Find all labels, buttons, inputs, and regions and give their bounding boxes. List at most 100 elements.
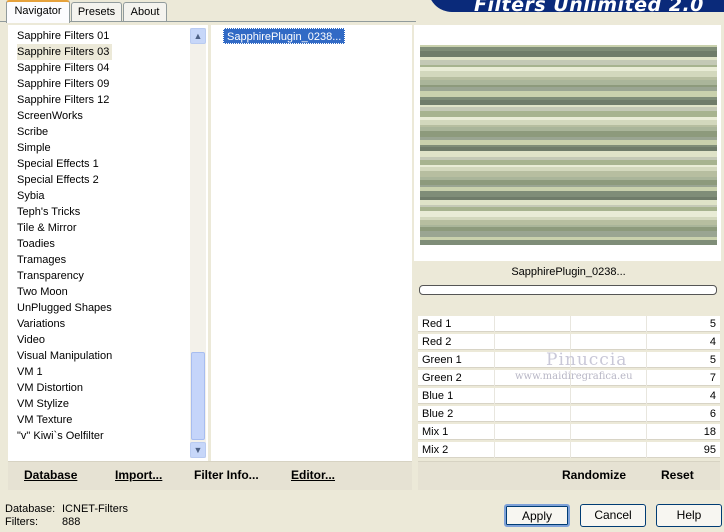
slider-value: 4 <box>709 336 716 348</box>
category-list-item[interactable]: Sapphire Filters 09 <box>17 76 109 92</box>
slider-row[interactable]: Red 1 5 <box>418 316 720 333</box>
slider-label: Blue 2 <box>422 408 454 420</box>
slider-track[interactable] <box>418 406 720 422</box>
slider-tick <box>646 316 647 332</box>
scrollbar-thumb[interactable] <box>191 352 205 440</box>
slider-tick <box>570 442 571 458</box>
slider-tick <box>646 388 647 404</box>
tab-presets[interactable]: Presets <box>71 2 122 21</box>
slider-tick <box>646 370 647 386</box>
chevron-down-icon[interactable]: ▼ <box>190 442 206 458</box>
slider-value: 6 <box>709 408 716 420</box>
slider-tick <box>570 424 571 440</box>
slider-tick <box>646 424 647 440</box>
slider-tick <box>570 316 571 332</box>
filter-list-selected-item[interactable]: SapphirePlugin_0238... <box>223 28 346 44</box>
status-filters-value: 888 <box>62 516 81 528</box>
slider-value: 7 <box>709 372 716 384</box>
tab-navigator[interactable]: Navigator <box>6 0 70 23</box>
slider-tick <box>494 352 495 368</box>
status-database-label: Database: <box>5 503 56 515</box>
slider-track[interactable] <box>418 424 720 440</box>
category-list-item[interactable]: Toadies <box>17 236 55 252</box>
slider-row[interactable]: Blue 1 4 <box>418 388 720 405</box>
category-list-item[interactable]: Video <box>17 332 45 348</box>
slider-value: 95 <box>703 444 716 456</box>
preview-stripe <box>420 240 717 245</box>
category-list-item[interactable]: "v" Kiwi`s Oelfilter <box>17 428 104 444</box>
category-list-item[interactable]: VM Texture <box>17 412 72 428</box>
reset-button[interactable]: Reset <box>661 468 694 482</box>
tab-about[interactable]: About <box>123 2 167 21</box>
slider-tick <box>494 316 495 332</box>
watermark-url: www.maidiregrafica.eu <box>515 371 633 382</box>
preview-image <box>420 45 717 245</box>
category-list-item[interactable]: Two Moon <box>17 284 68 300</box>
database-button[interactable]: Database <box>24 468 77 482</box>
chevron-up-icon[interactable]: ▲ <box>190 28 206 44</box>
category-list-item[interactable]: Variations <box>17 316 65 332</box>
slider-value: 5 <box>709 354 716 366</box>
slider-track[interactable] <box>418 334 720 350</box>
filter-list[interactable] <box>211 25 412 461</box>
slider-track[interactable] <box>418 316 720 332</box>
slider-track[interactable] <box>418 442 720 458</box>
help-button[interactable]: Help <box>656 504 722 527</box>
slider-tick <box>646 442 647 458</box>
slider-row[interactable]: Red 2 4 <box>418 334 720 351</box>
slider-label: Blue 1 <box>422 390 454 402</box>
editor-button[interactable]: Editor... <box>291 468 335 482</box>
category-list-item[interactable]: Tramages <box>17 252 66 268</box>
category-list-item[interactable]: Visual Manipulation <box>17 348 112 364</box>
filter-info-button[interactable]: Filter Info... <box>194 468 259 482</box>
category-list-item[interactable]: Sapphire Filters 04 <box>17 60 109 76</box>
slider-label: Green 2 <box>422 372 462 384</box>
category-list-item[interactable]: Teph's Tricks <box>17 204 80 220</box>
slider-tick <box>494 442 495 458</box>
category-list-item[interactable]: Sapphire Filters 01 <box>17 28 109 44</box>
import-button[interactable]: Import... <box>115 468 162 482</box>
cancel-button[interactable]: Cancel <box>580 504 646 527</box>
banner-title: Filters Unlimited 2.0 <box>474 0 704 16</box>
slider-label: Red 2 <box>422 336 452 348</box>
category-list-item[interactable]: Sybia <box>17 188 45 204</box>
slider-tick <box>494 370 495 386</box>
category-scrollbar[interactable]: ▲ ▼ <box>190 28 206 458</box>
randomize-button[interactable]: Randomize <box>562 468 626 482</box>
progress-bar <box>419 285 717 295</box>
slider-track[interactable] <box>418 388 720 404</box>
slider-row[interactable]: Blue 2 6 <box>418 406 720 423</box>
slider-tick <box>570 334 571 350</box>
category-list-item[interactable]: Simple <box>17 140 51 156</box>
category-list-item[interactable]: Scribe <box>17 124 48 140</box>
slider-row[interactable]: Mix 1 18 <box>418 424 720 441</box>
slider-tick <box>570 406 571 422</box>
category-list-item[interactable]: VM 1 <box>17 364 43 380</box>
status-filters-label: Filters: <box>5 516 38 528</box>
slider-tick <box>494 334 495 350</box>
watermark-name: Pinuccia <box>546 350 628 370</box>
category-list-item[interactable]: Tile & Mirror <box>17 220 76 236</box>
slider-tick <box>646 334 647 350</box>
slider-value: 18 <box>703 426 716 438</box>
category-list-item[interactable]: Special Effects 1 <box>17 156 99 172</box>
category-list-item[interactable]: Special Effects 2 <box>17 172 99 188</box>
slider-tick <box>494 424 495 440</box>
slider-value: 4 <box>709 390 716 402</box>
slider-label: Mix 2 <box>422 444 449 456</box>
category-list-item[interactable]: Transparency <box>17 268 84 284</box>
category-list-item[interactable]: Sapphire Filters 03 <box>17 44 113 60</box>
category-list-item[interactable]: VM Distortion <box>17 380 83 396</box>
slider-tick <box>570 388 571 404</box>
category-list-item[interactable]: UnPlugged Shapes <box>17 300 112 316</box>
category-list-item[interactable]: ScreenWorks <box>17 108 83 124</box>
slider-label: Green 1 <box>422 354 462 366</box>
slider-tick <box>646 406 647 422</box>
apply-button[interactable]: Apply <box>504 504 570 527</box>
status-database-value: ICNET-Filters <box>62 503 128 515</box>
category-list-item[interactable]: Sapphire Filters 12 <box>17 92 109 108</box>
slider-row[interactable]: Mix 2 95 <box>418 442 720 459</box>
slider-tick <box>646 352 647 368</box>
category-list-item[interactable]: VM Stylize <box>17 396 69 412</box>
slider-tick <box>494 406 495 422</box>
